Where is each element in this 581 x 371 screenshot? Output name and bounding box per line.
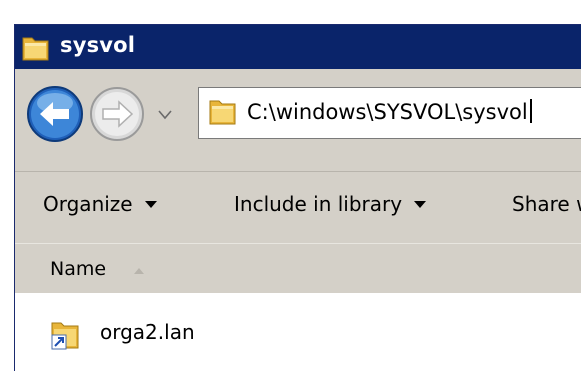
share-with-label: Share with: [512, 192, 581, 216]
organize-label: Organize: [43, 192, 133, 216]
column-header-name[interactable]: Name: [50, 258, 106, 280]
chevron-down-icon: [158, 110, 172, 120]
chevron-down-icon: [144, 201, 157, 208]
sort-ascending-icon: [133, 260, 145, 279]
title-bar[interactable]: sysvol: [15, 25, 581, 69]
address-bar-area: C:\windows\SYSVOL\sysvol: [15, 69, 581, 171]
include-in-library-button[interactable]: Include in library: [234, 192, 427, 216]
chevron-down-icon: [414, 201, 427, 208]
include-in-library-label: Include in library: [234, 192, 403, 216]
column-header-row: Name: [15, 243, 581, 295]
forward-button[interactable]: [88, 85, 146, 147]
back-arrow-icon: [27, 86, 83, 142]
window-title: sysvol: [60, 33, 136, 57]
explorer-window: sysvol C:\windows\SYSVOL\sysvol Organize…: [14, 24, 581, 371]
share-with-button[interactable]: Share with: [512, 192, 581, 216]
recent-pages-button[interactable]: [157, 106, 173, 125]
list-item[interactable]: orga2.lan: [50, 317, 350, 350]
folder-shortcut-icon: [50, 317, 82, 355]
address-field[interactable]: C:\windows\SYSVOL\sysvol: [198, 87, 581, 139]
address-path-text: C:\windows\SYSVOL\sysvol: [247, 100, 528, 124]
file-name: orga2.lan: [100, 320, 195, 344]
command-bar: Organize Include in library Share with: [15, 171, 581, 244]
forward-arrow-icon: [90, 87, 144, 141]
address-path: C:\windows\SYSVOL\sysvol: [247, 99, 532, 124]
text-caret: [529, 99, 532, 123]
file-list: orga2.lan: [15, 293, 581, 371]
back-button[interactable]: [26, 85, 84, 147]
folder-icon: [22, 34, 52, 66]
organize-button[interactable]: Organize: [43, 192, 157, 216]
folder-icon: [209, 96, 239, 130]
